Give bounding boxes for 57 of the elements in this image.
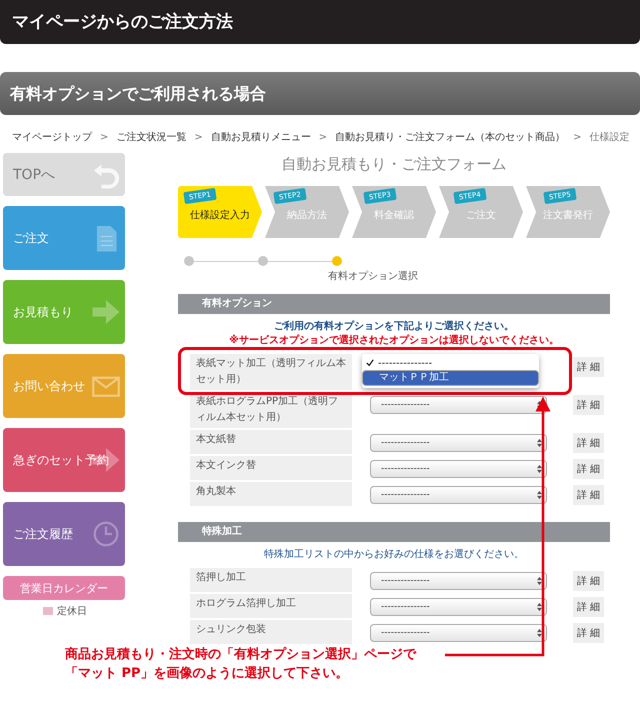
option-label: 表紙マット加工（透明フィルム本セット用） — [190, 354, 352, 390]
option-label: シュリンク包装 — [190, 620, 352, 644]
select-dropdown[interactable]: --------------- — [370, 396, 547, 414]
dropdown-option[interactable]: マットＰＰ加工 — [362, 370, 539, 386]
select-dropdown[interactable]: --------------- — [370, 486, 547, 504]
detail-button[interactable]: 詳 細 — [573, 623, 604, 643]
up-down-arrows-icon — [537, 400, 542, 410]
breadcrumb-separator: > — [573, 132, 582, 142]
option-label: 本文インク替 — [190, 456, 352, 480]
breadcrumb-link[interactable]: 仕様設定 — [590, 130, 630, 144]
select-dropdown[interactable]: --------------- — [370, 624, 547, 642]
select-dropdown[interactable]: --------------- — [370, 460, 547, 478]
dropdown-option[interactable]: --------------- — [362, 356, 539, 370]
sidebar-button[interactable]: 急ぎのセット予約 — [3, 428, 125, 492]
breadcrumb-link[interactable]: ご注文状況一覧 — [116, 130, 186, 144]
detail-button[interactable]: 詳 細 — [573, 395, 604, 415]
sidebar-button[interactable]: ご注文履歴 — [3, 502, 125, 566]
instruction-text: ※サービスオプションで選択されたオプションは選択しないでください。 — [228, 334, 560, 348]
detail-button[interactable]: 詳 細 — [573, 459, 604, 479]
section-title: 有料オプションでご利用される場合 — [0, 72, 640, 115]
up-down-arrows-icon — [537, 576, 542, 586]
up-down-arrows-icon — [537, 490, 542, 500]
breadcrumb-link[interactable]: 自動お見積りメニュー — [210, 130, 311, 144]
instruction-text: 特殊加工リストの中からお好みの仕様をお選びください。 — [263, 548, 525, 562]
breadcrumb-separator: > — [194, 132, 203, 142]
option-label: ホログラム箔押し加工 — [190, 594, 352, 618]
option-label: 箔押し加工 — [190, 568, 352, 592]
detail-button[interactable]: 詳 細 — [573, 357, 604, 377]
option-label: 角丸製本 — [190, 482, 352, 506]
annotation-text: 商品お見積もり・注文時の「有料オプション選択」ページで 「マット PP」を画像のように選択して下さい。 — [65, 646, 416, 683]
detail-button[interactable]: 詳 細 — [573, 433, 604, 453]
legend-swatch — [43, 607, 53, 615]
form-title: 自動お見積もり・ご注文フォーム — [280, 155, 508, 175]
option-label: 表紙ホログラムPP加工（透明フィルム本セット用） — [190, 392, 352, 428]
detail-button[interactable]: 詳 細 — [573, 485, 604, 505]
breadcrumb-separator: > — [100, 132, 108, 142]
progress-label: 有料オプション選択 — [328, 270, 419, 284]
select-dropdown[interactable]: --------------- — [370, 598, 547, 616]
select-dropdown[interactable]: --------------- — [370, 572, 547, 590]
option-label: 本文紙替 — [190, 430, 352, 454]
detail-button[interactable]: 詳 細 — [573, 571, 604, 591]
section-header: 有料オプション — [178, 294, 610, 314]
arrow-icon — [91, 297, 121, 327]
breadcrumb-separator: > — [318, 132, 328, 142]
page-title: マイページからのご注文方法 — [0, 0, 640, 44]
breadcrumb-link[interactable]: 自動お見積り・ご注文フォーム（本のセット商品） — [335, 130, 566, 144]
breadcrumb-link[interactable]: マイページトップ — [12, 130, 92, 144]
legend-label: 定休日 — [57, 604, 87, 618]
up-down-arrows-icon — [537, 628, 542, 638]
up-down-arrows-icon — [537, 602, 542, 612]
up-down-arrows-icon — [537, 464, 542, 474]
detail-button[interactable]: 詳 細 — [573, 597, 604, 617]
section-header: 特殊加工 — [178, 522, 610, 542]
up-down-arrows-icon — [537, 438, 542, 448]
select-dropdown[interactable]: --------------- — [370, 434, 547, 452]
clock-icon — [91, 519, 121, 549]
instruction-text: ご利用の有料オプションを下記よりご選択ください。 — [273, 320, 515, 334]
